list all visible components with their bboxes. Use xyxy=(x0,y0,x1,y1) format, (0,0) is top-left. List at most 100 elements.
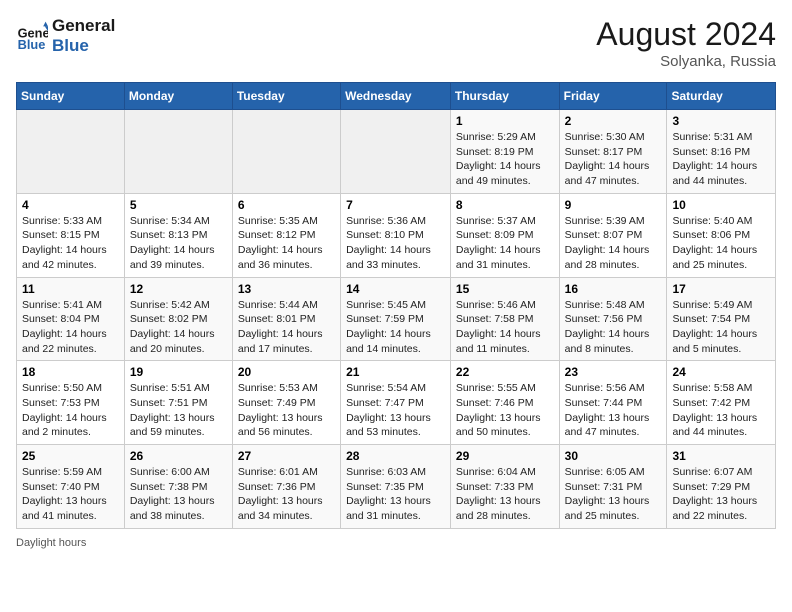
table-row: 21 Sunrise: 5:54 AM Sunset: 7:47 PM Dayli… xyxy=(341,361,451,445)
day-number: 31 xyxy=(672,449,770,463)
col-thursday: Thursday xyxy=(450,83,559,110)
day-number: 21 xyxy=(346,365,445,379)
table-row: 25 Sunrise: 5:59 AM Sunset: 7:40 PM Dayli… xyxy=(17,445,125,529)
table-row xyxy=(124,110,232,194)
table-row: 12Sunrise: 5:42 AM Sunset: 8:02 PM Dayli… xyxy=(124,277,232,361)
col-sunday: Sunday xyxy=(17,83,125,110)
day-number: 9 xyxy=(565,198,662,212)
day-info: Sunrise: 5:56 AM Sunset: 7:44 PM Dayligh… xyxy=(565,381,662,440)
day-number: 20 xyxy=(238,365,335,379)
day-info: Sunrise: 5:46 AM Sunset: 7:58 PM Dayligh… xyxy=(456,298,554,357)
month-year-title: August 2024 xyxy=(596,16,776,53)
col-friday: Friday xyxy=(559,83,667,110)
day-info: Sunrise: 6:07 AM Sunset: 7:29 PM Dayligh… xyxy=(672,465,770,524)
day-info: Sunrise: 5:33 AM Sunset: 8:15 PM Dayligh… xyxy=(22,214,119,273)
day-number: 1 xyxy=(456,114,554,128)
page-header: General Blue General Blue August 2024 So… xyxy=(16,16,776,70)
title-block: August 2024 Solyanka, Russia xyxy=(596,16,776,70)
day-number: 3 xyxy=(672,114,770,128)
day-info: Sunrise: 5:36 AM Sunset: 8:10 PM Dayligh… xyxy=(346,214,445,273)
table-row: 8Sunrise: 5:37 AM Sunset: 8:09 PM Daylig… xyxy=(450,193,559,277)
day-number: 6 xyxy=(238,198,335,212)
day-info: Sunrise: 6:05 AM Sunset: 7:31 PM Dayligh… xyxy=(565,465,662,524)
table-row: 11Sunrise: 5:41 AM Sunset: 8:04 PM Dayli… xyxy=(17,277,125,361)
day-number: 10 xyxy=(672,198,770,212)
col-monday: Monday xyxy=(124,83,232,110)
day-info: Sunrise: 5:29 AM Sunset: 8:19 PM Dayligh… xyxy=(456,130,554,189)
day-info: Sunrise: 5:42 AM Sunset: 8:02 PM Dayligh… xyxy=(130,298,227,357)
table-row: 24Sunrise: 5:58 AM Sunset: 7:42 PM Dayli… xyxy=(667,361,776,445)
logo-icon: General Blue xyxy=(16,20,48,52)
day-info: Sunrise: 6:04 AM Sunset: 7:33 PM Dayligh… xyxy=(456,465,554,524)
day-number: 18 xyxy=(22,365,119,379)
table-row: 29 Sunrise: 6:04 AM Sunset: 7:33 PM Dayli… xyxy=(450,445,559,529)
table-row: 28Sunrise: 6:03 AM Sunset: 7:35 PM Dayli… xyxy=(341,445,451,529)
day-info: Sunrise: 5:31 AM Sunset: 8:16 PM Dayligh… xyxy=(672,130,770,189)
day-number: 8 xyxy=(456,198,554,212)
day-number: 13 xyxy=(238,282,335,296)
logo: General Blue General Blue xyxy=(16,16,115,57)
table-row: 9 Sunrise: 5:39 AM Sunset: 8:07 PM Daylig… xyxy=(559,193,667,277)
table-row: 20Sunrise: 5:53 AM Sunset: 7:49 PM Dayli… xyxy=(232,361,340,445)
day-number: 30 xyxy=(565,449,662,463)
day-info: Sunrise: 5:49 AM Sunset: 7:54 PM Dayligh… xyxy=(672,298,770,357)
footer-note: Daylight hours xyxy=(16,537,776,549)
day-number: 7 xyxy=(346,198,445,212)
table-row: 18 Sunrise: 5:50 AM Sunset: 7:53 PM Dayli… xyxy=(17,361,125,445)
day-number: 16 xyxy=(565,282,662,296)
location-subtitle: Solyanka, Russia xyxy=(596,53,776,70)
day-number: 4 xyxy=(22,198,119,212)
table-row: 17Sunrise: 5:49 AM Sunset: 7:54 PM Dayli… xyxy=(667,277,776,361)
day-number: 11 xyxy=(22,282,119,296)
day-number: 22 xyxy=(456,365,554,379)
day-info: Sunrise: 5:30 AM Sunset: 8:17 PM Dayligh… xyxy=(565,130,662,189)
table-row: 5Sunrise: 5:34 AM Sunset: 8:13 PM Daylig… xyxy=(124,193,232,277)
table-row: 31 Sunrise: 6:07 AM Sunset: 7:29 PM Dayli… xyxy=(667,445,776,529)
day-number: 23 xyxy=(565,365,662,379)
calendar-header-row: Sunday Monday Tuesday Wednesday Thursday… xyxy=(17,83,776,110)
col-wednesday: Wednesday xyxy=(341,83,451,110)
day-info: Sunrise: 5:39 AM Sunset: 8:07 PM Dayligh… xyxy=(565,214,662,273)
table-row: 19Sunrise: 5:51 AM Sunset: 7:51 PM Dayli… xyxy=(124,361,232,445)
day-info: Sunrise: 5:35 AM Sunset: 8:12 PM Dayligh… xyxy=(238,214,335,273)
day-number: 25 xyxy=(22,449,119,463)
table-row: 4 Sunrise: 5:33 AM Sunset: 8:15 PM Daylig… xyxy=(17,193,125,277)
calendar-week-row: 1 Sunrise: 5:29 AM Sunset: 8:19 PM Daylig… xyxy=(17,110,776,194)
day-info: Sunrise: 5:55 AM Sunset: 7:46 PM Dayligh… xyxy=(456,381,554,440)
calendar-week-row: 18 Sunrise: 5:50 AM Sunset: 7:53 PM Dayli… xyxy=(17,361,776,445)
table-row: 10Sunrise: 5:40 AM Sunset: 8:06 PM Dayli… xyxy=(667,193,776,277)
table-row: 1 Sunrise: 5:29 AM Sunset: 8:19 PM Daylig… xyxy=(450,110,559,194)
table-row: 23 Sunrise: 5:56 AM Sunset: 7:44 PM Dayli… xyxy=(559,361,667,445)
table-row: 27 Sunrise: 6:01 AM Sunset: 7:36 PM Dayli… xyxy=(232,445,340,529)
calendar-table: Sunday Monday Tuesday Wednesday Thursday… xyxy=(16,82,776,529)
table-row: 14 Sunrise: 5:45 AM Sunset: 7:59 PM Dayli… xyxy=(341,277,451,361)
logo-general: General xyxy=(52,16,115,36)
day-number: 27 xyxy=(238,449,335,463)
svg-text:Blue: Blue xyxy=(18,37,46,52)
day-info: Sunrise: 5:59 AM Sunset: 7:40 PM Dayligh… xyxy=(22,465,119,524)
day-number: 29 xyxy=(456,449,554,463)
day-number: 2 xyxy=(565,114,662,128)
calendar-week-row: 4 Sunrise: 5:33 AM Sunset: 8:15 PM Daylig… xyxy=(17,193,776,277)
table-row xyxy=(232,110,340,194)
day-number: 14 xyxy=(346,282,445,296)
day-info: Sunrise: 5:44 AM Sunset: 8:01 PM Dayligh… xyxy=(238,298,335,357)
table-row: 7 Sunrise: 5:36 AM Sunset: 8:10 PM Daylig… xyxy=(341,193,451,277)
day-number: 26 xyxy=(130,449,227,463)
day-info: Sunrise: 5:50 AM Sunset: 7:53 PM Dayligh… xyxy=(22,381,119,440)
day-number: 19 xyxy=(130,365,227,379)
day-info: Sunrise: 6:00 AM Sunset: 7:38 PM Dayligh… xyxy=(130,465,227,524)
table-row: 3 Sunrise: 5:31 AM Sunset: 8:16 PM Daylig… xyxy=(667,110,776,194)
table-row: 15 Sunrise: 5:46 AM Sunset: 7:58 PM Dayli… xyxy=(450,277,559,361)
day-number: 5 xyxy=(130,198,227,212)
day-number: 15 xyxy=(456,282,554,296)
day-info: Sunrise: 5:54 AM Sunset: 7:47 PM Dayligh… xyxy=(346,381,445,440)
table-row: 22 Sunrise: 5:55 AM Sunset: 7:46 PM Dayli… xyxy=(450,361,559,445)
table-row xyxy=(17,110,125,194)
table-row: 13 Sunrise: 5:44 AM Sunset: 8:01 PM Dayli… xyxy=(232,277,340,361)
table-row: 16Sunrise: 5:48 AM Sunset: 7:56 PM Dayli… xyxy=(559,277,667,361)
table-row: 6 Sunrise: 5:35 AM Sunset: 8:12 PM Daylig… xyxy=(232,193,340,277)
day-info: Sunrise: 6:01 AM Sunset: 7:36 PM Dayligh… xyxy=(238,465,335,524)
day-info: Sunrise: 5:45 AM Sunset: 7:59 PM Dayligh… xyxy=(346,298,445,357)
day-info: Sunrise: 6:03 AM Sunset: 7:35 PM Dayligh… xyxy=(346,465,445,524)
